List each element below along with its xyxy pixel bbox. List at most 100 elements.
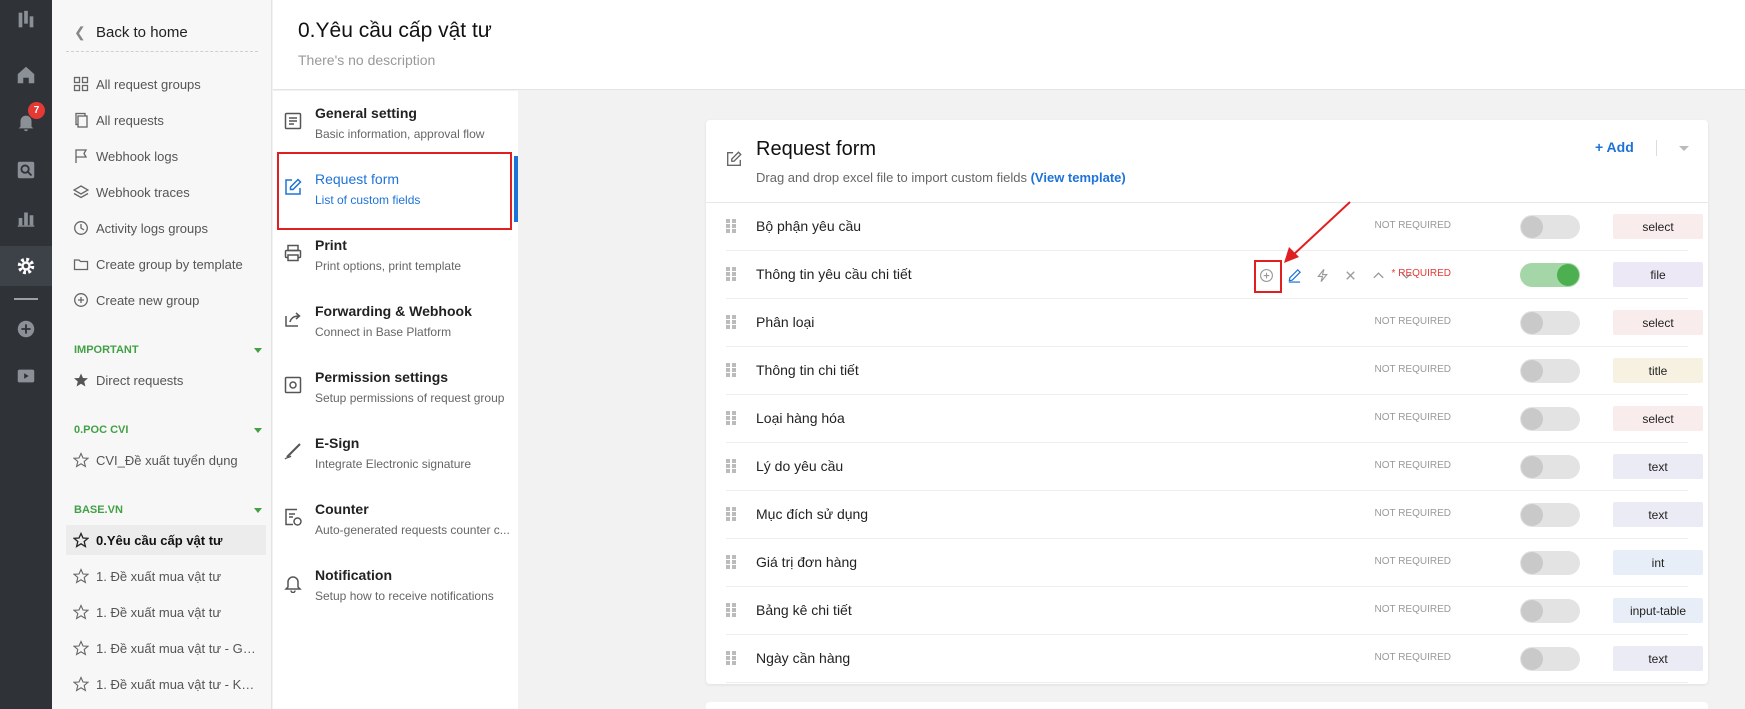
required-toggle[interactable] xyxy=(1520,215,1580,239)
edit-icon[interactable] xyxy=(1280,263,1308,287)
field-row[interactable]: Thông tin yêu cầu chi tiết * REQUIRED file xyxy=(726,251,1703,299)
drag-handle-icon[interactable] xyxy=(726,603,738,617)
nav-item-group[interactable]: 1. Đề xuất mua vật tư xyxy=(66,597,266,627)
nav-item-label: 1. Đề xuất mua vật tư - Gi... xyxy=(96,640,256,656)
play-icon[interactable] xyxy=(0,356,52,396)
drag-handle-icon[interactable] xyxy=(726,507,738,521)
nav-item-group[interactable]: 1. Đề xuất mua vật tư xyxy=(66,561,266,591)
plus-circle-icon[interactable] xyxy=(0,309,52,349)
nav-item-label: 0.Yêu cầu cấp vật tư xyxy=(96,532,223,548)
settings-item-title: E-Sign xyxy=(315,435,360,451)
star-icon[interactable] xyxy=(66,532,96,548)
nav-item-activity-logs-groups[interactable]: Activity logs groups xyxy=(66,213,266,243)
settings-item-subtitle: Setup permissions of request group xyxy=(315,391,505,405)
drag-handle-icon[interactable] xyxy=(726,555,738,569)
star-icon[interactable] xyxy=(66,452,96,468)
settings-item-subtitle: Integrate Electronic signature xyxy=(315,457,472,471)
nav-item-create-new-group[interactable]: Create new group xyxy=(66,285,266,315)
required-toggle[interactable] xyxy=(1520,359,1580,383)
settings-item-counter[interactable]: Counter Auto-generated requests counter … xyxy=(273,487,514,549)
gear-icon[interactable] xyxy=(0,246,52,286)
highlight-box-request-form xyxy=(277,152,512,230)
field-row[interactable]: Thông tin chi tiết NOT REQUIRED title xyxy=(726,347,1703,395)
drag-handle-icon[interactable] xyxy=(726,363,738,377)
field-name: Thông tin yêu cầu chi tiết xyxy=(756,266,912,282)
star-icon[interactable] xyxy=(66,640,96,656)
nav-item-webhook-logs[interactable]: Webhook logs xyxy=(66,141,266,171)
field-row[interactable]: Mục đích sử dụng NOT REQUIRED text xyxy=(726,491,1703,539)
nav-item-all-request-groups[interactable]: All request groups xyxy=(66,69,266,99)
dropdown-caret-icon[interactable] xyxy=(1679,146,1689,151)
field-row[interactable]: Loại hàng hóa NOT REQUIRED select xyxy=(726,395,1703,443)
nav-item-current-group[interactable]: 0.Yêu cầu cấp vật tư xyxy=(66,525,266,555)
field-name: Mục đích sử dụng xyxy=(756,506,869,522)
drag-handle-icon[interactable] xyxy=(726,459,738,473)
required-toggle[interactable] xyxy=(1520,455,1580,479)
settings-item-permission[interactable]: Permission settings Setup permissions of… xyxy=(273,355,514,417)
required-toggle[interactable] xyxy=(1520,503,1580,527)
field-type-badge: select xyxy=(1613,310,1703,335)
section-title: BASE.VN xyxy=(74,504,123,516)
settings-item-notification[interactable]: Notification Setup how to receive notifi… xyxy=(273,553,514,615)
drag-handle-icon[interactable] xyxy=(726,651,738,665)
required-toggle[interactable] xyxy=(1520,551,1580,575)
rail-divider xyxy=(14,298,38,300)
settings-item-forwarding[interactable]: Forwarding & Webhook Connect in Base Pla… xyxy=(273,289,514,351)
nav-item-group[interactable]: 1. Đề xuất mua vật tư - Gi... xyxy=(66,633,266,663)
nav-item-cvi-de-xuat[interactable]: CVI_Đề xuất tuyển dụng xyxy=(66,445,266,475)
logo-icon[interactable] xyxy=(0,0,52,40)
field-row[interactable]: Bộ phận yêu cầu NOT REQUIRED select xyxy=(726,203,1703,251)
nav-item-create-group-by-template[interactable]: Create group by template xyxy=(66,249,266,279)
add-field-button[interactable]: + Add xyxy=(1595,139,1634,155)
required-toggle[interactable] xyxy=(1520,599,1580,623)
star-icon[interactable] xyxy=(66,568,96,584)
star-icon[interactable] xyxy=(66,604,96,620)
required-toggle[interactable] xyxy=(1520,311,1580,335)
nav-item-all-requests[interactable]: All requests xyxy=(66,105,266,135)
plus-circle-icon xyxy=(66,292,96,308)
drag-handle-icon[interactable] xyxy=(726,219,738,233)
star-icon[interactable] xyxy=(66,676,96,692)
counter-icon xyxy=(283,507,303,527)
settings-item-print[interactable]: Print Print options, print template xyxy=(273,223,514,285)
toggle-knob xyxy=(1521,216,1543,238)
drag-handle-icon[interactable] xyxy=(726,267,738,281)
required-toggle[interactable] xyxy=(1520,407,1580,431)
back-to-home-link[interactable]: ❮ Back to home xyxy=(66,14,258,52)
field-row[interactable]: Lý do yêu cầu NOT REQUIRED text xyxy=(726,443,1703,491)
settings-item-title: Forwarding & Webhook xyxy=(315,303,472,319)
field-row[interactable]: Bảng kê chi tiết NOT REQUIRED input-table xyxy=(726,587,1703,635)
search-icon[interactable] xyxy=(0,150,52,190)
settings-item-title: Notification xyxy=(315,567,392,583)
settings-item-title: General setting xyxy=(315,105,417,121)
required-toggle[interactable] xyxy=(1520,263,1580,287)
field-name: Loại hàng hóa xyxy=(756,410,845,426)
field-name: Lý do yêu cầu xyxy=(756,458,844,474)
field-row[interactable]: Phân loại NOT REQUIRED select xyxy=(726,299,1703,347)
printer-icon xyxy=(283,243,303,263)
active-indicator xyxy=(514,156,518,222)
section-header-important[interactable]: IMPORTANT xyxy=(74,344,262,356)
field-row[interactable]: Giá trị đơn hàng NOT REQUIRED int xyxy=(726,539,1703,587)
drag-handle-icon[interactable] xyxy=(726,411,738,425)
page-header: 0.Yêu cầu cấp vật tư There's no descript… xyxy=(273,0,1745,90)
section-header-poc-cvi[interactable]: 0.POC CVI xyxy=(74,424,262,436)
nav-item-direct-requests[interactable]: Direct requests xyxy=(66,365,266,395)
home-icon[interactable] xyxy=(0,55,52,95)
settings-item-title: Counter xyxy=(315,501,369,517)
toggle-knob xyxy=(1521,648,1543,670)
section-header-base-vn[interactable]: BASE.VN xyxy=(74,504,262,516)
page-description[interactable]: There's no description xyxy=(298,52,435,68)
required-toggle[interactable] xyxy=(1520,647,1580,671)
chart-icon[interactable] xyxy=(0,198,52,238)
settings-item-esign[interactable]: E-Sign Integrate Electronic signature xyxy=(273,421,514,483)
caret-down-icon xyxy=(254,347,262,353)
nav-item-group[interactable]: 1. Đề xuất mua vật tư - Kế... xyxy=(66,669,266,699)
nav-item-label: Webhook logs xyxy=(96,148,179,164)
settings-item-subtitle: Setup how to receive notifications xyxy=(315,589,494,603)
settings-item-general[interactable]: General setting Basic information, appro… xyxy=(273,91,514,153)
view-template-link[interactable]: (View template) xyxy=(1031,170,1126,185)
nav-item-webhook-traces[interactable]: Webhook traces xyxy=(66,177,266,207)
drag-handle-icon[interactable] xyxy=(726,315,738,329)
field-row[interactable]: Ngày cần hàng NOT REQUIRED text xyxy=(726,635,1703,683)
